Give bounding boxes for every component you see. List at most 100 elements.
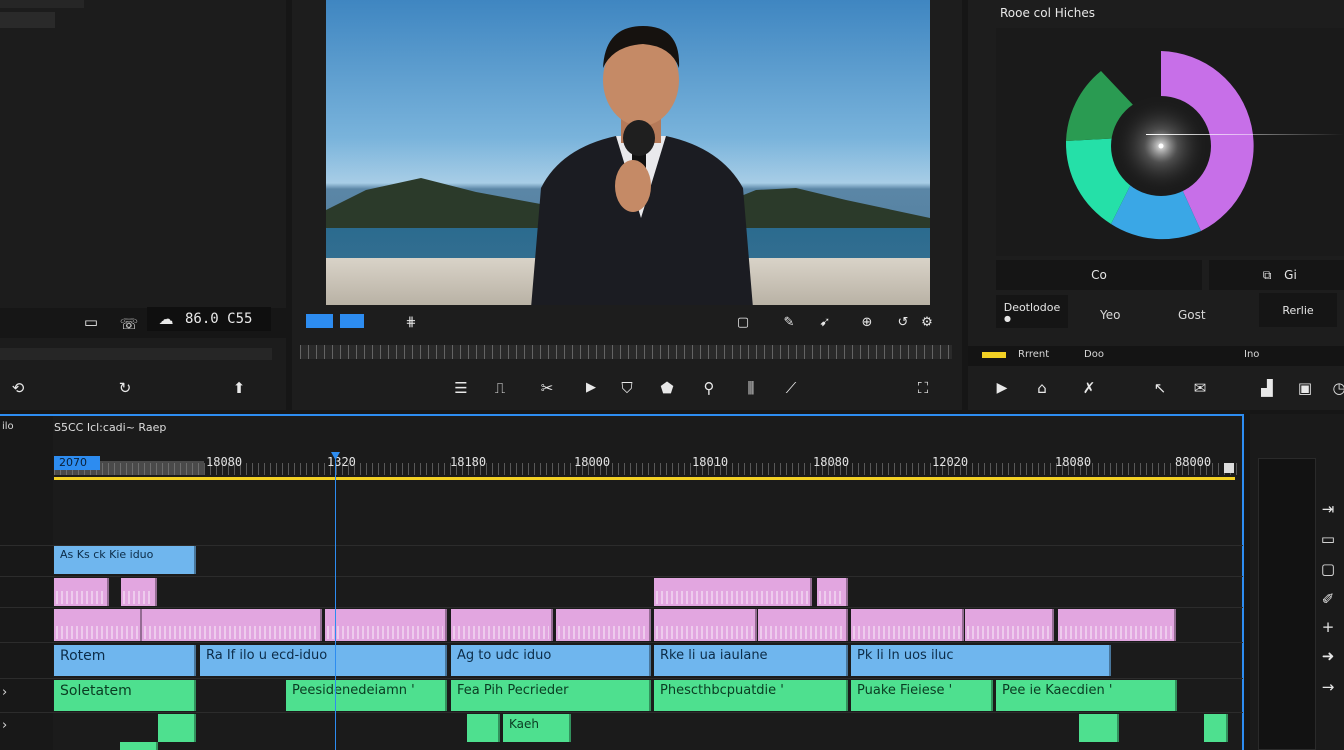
title-clip[interactable] — [467, 714, 500, 742]
video-clip[interactable]: As Ks ck Kie iduo — [54, 546, 196, 574]
cursor-icon[interactable]: ↖ — [1149, 377, 1171, 399]
audio-clip[interactable] — [1058, 609, 1176, 641]
ruler-end-marker[interactable] — [1224, 463, 1234, 473]
pen-tool-icon[interactable]: ✐ — [1318, 590, 1338, 608]
play-icon[interactable]: ▶ — [991, 377, 1013, 399]
audio-icon[interactable]: ▭ — [80, 311, 102, 333]
layers-icon: ⧉ — [1262, 268, 1272, 282]
video-clip[interactable]: Pk li ln uos iluc — [851, 645, 1111, 676]
cloud-icon[interactable]: ☁ — [157, 308, 175, 330]
audio-clip[interactable] — [851, 609, 964, 641]
title-clip[interactable]: Phescthbcpuatdie ' — [654, 680, 848, 711]
brush-icon[interactable]: ✎ — [778, 312, 800, 334]
title-clip[interactable]: Soletatem — [54, 680, 196, 711]
badge-out[interactable] — [340, 314, 364, 328]
gi-button[interactable]: ⧉ Gi — [1209, 260, 1344, 290]
split-icon[interactable]: ✂ — [536, 377, 558, 399]
expand-track-icon[interactable]: › — [2, 718, 7, 733]
work-area-bar[interactable] — [54, 477, 1235, 480]
ruler-label: 18080 — [206, 455, 243, 469]
audio-clip[interactable] — [965, 609, 1054, 641]
audio-clip[interactable] — [54, 609, 142, 641]
playhead-line[interactable] — [335, 452, 336, 750]
title-clip[interactable]: Peesidenedeiamn ' — [286, 680, 447, 711]
expand-track-icon[interactable]: › — [2, 685, 7, 700]
preview-scrubber[interactable] — [300, 345, 952, 359]
title-clip[interactable] — [120, 742, 158, 750]
ruler-label: 18180 — [450, 455, 487, 469]
preview-panel: ⋕ ▢ ✎ ➹ ⊕ ↺ ⚙ ☰ ⎍ ✂ ▶ ⛉ ⬟ ⚲ ⫼ ⟋ ⛶ — [292, 0, 962, 410]
title-clip[interactable]: Pee ie Kaecdien ' — [996, 680, 1177, 711]
ruler-label: 1320 — [327, 455, 356, 469]
rect-tool-icon[interactable]: ▢ — [1318, 560, 1338, 578]
arrow-icon[interactable]: ➹ — [814, 312, 836, 334]
timecode-readout: 86.0 C55 — [185, 311, 253, 327]
media-panel-top-bar — [0, 0, 84, 8]
color-wheel[interactable] — [1056, 46, 1266, 246]
grid-icon[interactable]: ⋕ — [400, 312, 422, 334]
refresh-icon[interactable]: ↻ — [114, 377, 136, 399]
audio-clip[interactable] — [325, 609, 447, 641]
co-button[interactable]: Co — [996, 260, 1202, 290]
gost-label[interactable]: Gost — [1178, 308, 1206, 322]
video-clip[interactable]: Ra If ilo u ecd-iduo — [200, 645, 447, 676]
settings-icon[interactable]: ⚙ — [916, 312, 938, 334]
slip-tool-icon[interactable]: ▭ — [1318, 530, 1338, 548]
video-frame[interactable] — [326, 0, 930, 305]
bars-icon[interactable]: ⫼ — [740, 377, 762, 399]
deotlodoe-button[interactable]: Deotlodoe ● — [996, 295, 1068, 328]
audio-clip[interactable] — [556, 609, 651, 641]
audio-clip[interactable] — [654, 578, 812, 606]
video-clip[interactable]: Rke li ua iaulane — [654, 645, 848, 676]
add-tool-icon[interactable]: + — [1318, 618, 1338, 636]
list-icon[interactable]: ☰ — [450, 377, 472, 399]
scrub-bar[interactable] — [0, 348, 272, 360]
mask-icon[interactable]: ⬟ — [656, 377, 678, 399]
export-icon[interactable]: ⬆ — [228, 377, 250, 399]
shield-icon[interactable]: ⛉ — [616, 377, 638, 399]
mail-icon[interactable]: ✉ — [1189, 377, 1211, 399]
loop-icon[interactable]: ↺ — [892, 312, 914, 334]
audio-clip[interactable] — [121, 578, 157, 606]
disk-icon[interactable]: ▣ — [1294, 377, 1316, 399]
forward-tool-icon[interactable]: ➜ — [1318, 647, 1338, 665]
audio-clip[interactable] — [817, 578, 848, 606]
title-clip[interactable] — [158, 714, 196, 742]
title-clip[interactable] — [1204, 714, 1228, 742]
clock-icon[interactable]: ◷ — [1328, 377, 1344, 399]
trim-icon[interactable]: ⎍ — [489, 377, 511, 399]
title-clip[interactable]: Kaeh — [503, 714, 571, 742]
video-clip[interactable]: Rotem — [54, 645, 196, 676]
audio-clip[interactable] — [758, 609, 848, 641]
color-panel-title: Rooe col Hiches — [1000, 6, 1095, 20]
audio-clip[interactable] — [654, 609, 757, 641]
trim-tool-icon[interactable]: ⇥ — [1318, 500, 1338, 518]
fit-icon[interactable]: ▢ — [732, 312, 754, 334]
zoom-icon[interactable]: ⊕ — [856, 312, 878, 334]
next-tool-icon[interactable]: → — [1318, 678, 1338, 696]
title-clip[interactable]: Fea Pih Pecrieder — [451, 680, 651, 711]
play-icon[interactable]: ▶ — [580, 377, 602, 399]
phone-icon[interactable]: ☏ — [118, 313, 140, 335]
media-panel-tab[interactable] — [0, 12, 55, 28]
search-icon[interactable]: ⚲ — [698, 377, 720, 399]
video-clip[interactable]: Ag to udc iduo — [451, 645, 651, 676]
crop-icon[interactable]: ⛶ — [912, 377, 934, 399]
tools-icon[interactable]: ✗ — [1078, 377, 1100, 399]
badge-in[interactable] — [306, 314, 333, 328]
chart-icon[interactable]: ▟ — [1256, 377, 1278, 399]
title-clip[interactable] — [1079, 714, 1119, 742]
timeline-header-left: ilo — [2, 421, 14, 432]
audio-clip[interactable] — [54, 578, 109, 606]
audio-clip[interactable] — [451, 609, 553, 641]
audio-clip[interactable] — [142, 609, 322, 641]
pen-icon[interactable]: ⟋ — [780, 377, 802, 399]
home-icon[interactable]: ⌂ — [1031, 377, 1053, 399]
yeo-label[interactable]: Yeo — [1100, 308, 1120, 322]
rerlie-button[interactable]: Rerlie — [1259, 293, 1337, 327]
title-clip[interactable]: Puake Fieiese ' — [851, 680, 993, 711]
playhead-time-badge[interactable]: 2070 — [54, 456, 100, 470]
ruler-label: 88000 — [1175, 455, 1212, 469]
history-icon[interactable]: ⟲ — [7, 377, 29, 399]
audio-meter — [1258, 458, 1316, 750]
